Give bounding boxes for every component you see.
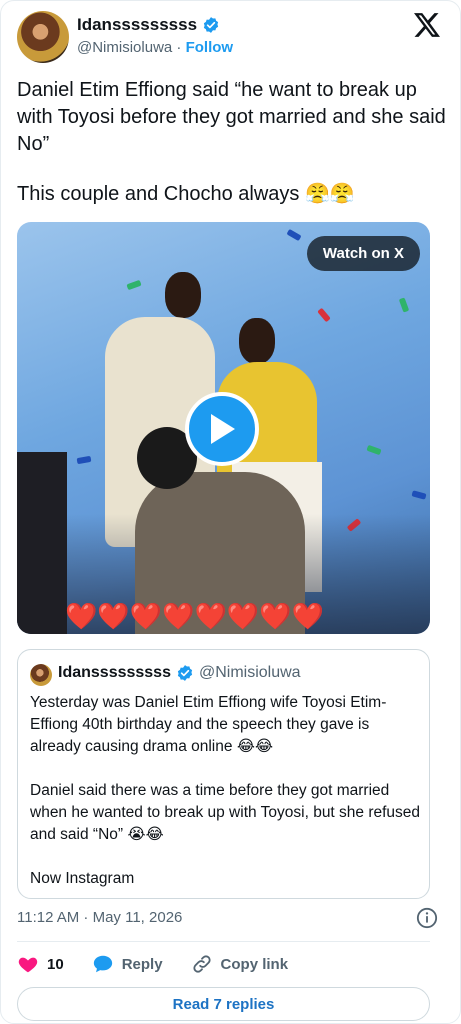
- tweet-timestamp[interactable]: 11:12 AM · May 11, 2026: [17, 909, 182, 926]
- quoted-paragraph: Daniel said there was a time before they…: [30, 782, 421, 843]
- tweet-card: Idansssssssss @Nimisioluwa · Follow Dani…: [0, 0, 461, 1024]
- follow-button[interactable]: Follow: [186, 39, 234, 56]
- divider: [17, 941, 430, 942]
- confetti: [411, 490, 427, 500]
- woman-figure-head: [239, 318, 275, 364]
- video-player[interactable]: ❤️❤️❤️❤️❤️❤️❤️❤️ Watch on X: [17, 222, 430, 634]
- info-icon[interactable]: [416, 907, 438, 929]
- confetti: [286, 228, 302, 242]
- confetti: [76, 455, 92, 465]
- quoted-text: Yesterday was Daniel Etim Effiong wife T…: [30, 692, 422, 912]
- quoted-author-avatar: [30, 664, 52, 686]
- confetti: [317, 307, 331, 323]
- like-count: 10: [47, 955, 64, 973]
- reply-label: Reply: [121, 955, 163, 973]
- author-handle-row: @Nimisioluwa · Follow: [77, 39, 233, 56]
- tweet-text: Daniel Etim Effiong said “he want to bre…: [17, 79, 446, 155]
- read-replies-button[interactable]: Read 7 replies: [17, 987, 430, 1021]
- play-icon: [211, 414, 235, 444]
- author-display-name[interactable]: Idansssssssss: [77, 15, 197, 35]
- confetti: [126, 279, 142, 291]
- heart-icon: [18, 957, 38, 973]
- author-avatar[interactable]: [17, 11, 69, 63]
- author-name-row: Idansssssssss: [77, 15, 220, 35]
- action-bar: 10 Reply Copy link: [17, 953, 316, 975]
- like-button[interactable]: 10: [17, 953, 64, 975]
- quoted-handle: @Nimisioluwa: [198, 664, 301, 681]
- play-button[interactable]: [185, 392, 259, 466]
- tweet-text-second: This couple and Chocho always 😤😤: [17, 183, 355, 205]
- reply-button[interactable]: Reply: [92, 953, 163, 975]
- confetti: [398, 297, 410, 313]
- handle-separator: ·: [176, 39, 182, 56]
- camera-rig: [17, 452, 67, 634]
- copy-link-button[interactable]: Copy link: [191, 953, 289, 975]
- quoted-author-row: Idansssssssss @Nimisioluwa: [58, 664, 301, 682]
- x-logo-icon[interactable]: [414, 13, 440, 37]
- quoted-paragraph: Now Instagram: [30, 870, 135, 887]
- confetti: [366, 444, 382, 456]
- watch-on-x-button[interactable]: Watch on X: [306, 236, 420, 271]
- reply-bubble-icon: [93, 955, 112, 973]
- link-icon: [192, 955, 211, 973]
- quoted-tweet[interactable]: Idansssssssss @Nimisioluwa Yesterday was…: [17, 649, 430, 899]
- man-figure-head: [165, 272, 201, 318]
- hearts-overlay: ❤️❤️❤️❤️❤️❤️❤️❤️: [65, 601, 324, 631]
- copy-link-label: Copy link: [220, 955, 289, 973]
- verified-badge-icon: [203, 17, 219, 33]
- quoted-display-name: Idansssssssss: [58, 664, 171, 681]
- author-handle[interactable]: @Nimisioluwa: [77, 39, 172, 56]
- quoted-paragraph: Yesterday was Daniel Etim Effiong wife T…: [30, 694, 387, 755]
- verified-badge-icon: [177, 665, 193, 681]
